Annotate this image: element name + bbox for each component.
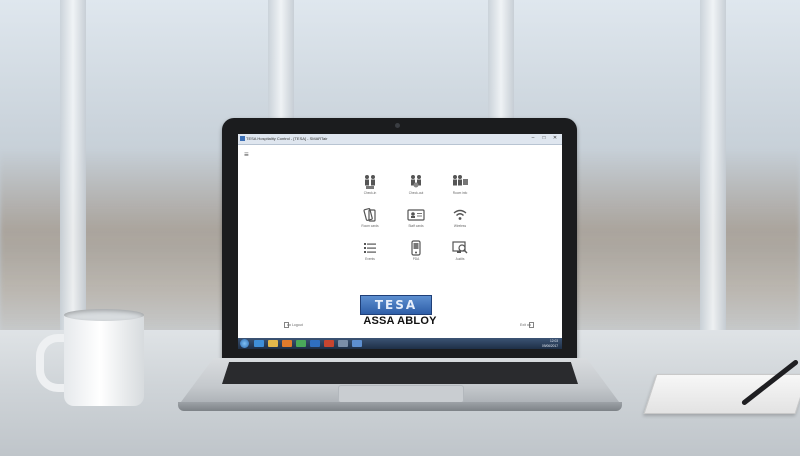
app-icon xyxy=(240,136,245,141)
tesa-badge: TESA xyxy=(360,295,432,315)
pda-icon xyxy=(411,240,421,256)
tile-audits[interactable]: Audits xyxy=(440,240,480,270)
tile-room-info[interactable]: Room info xyxy=(440,174,480,204)
close-button[interactable]: ✕ xyxy=(550,135,560,142)
minimize-button[interactable]: – xyxy=(528,135,538,142)
windows-taskbar: 12:03 09/06/2017 xyxy=(238,338,562,349)
tile-room-cards[interactable]: Room cards xyxy=(350,207,390,237)
webcam xyxy=(395,123,400,128)
logout-button[interactable]: Logout xyxy=(284,322,303,328)
laptop-lid: TESA Hospitality Control - [TESA] - SMAR… xyxy=(222,118,577,362)
laptop-keyboard xyxy=(222,362,578,384)
tile-label: Room cards xyxy=(361,224,379,228)
ie-taskbar-icon[interactable] xyxy=(254,340,264,347)
powerpoint-taskbar-icon[interactable] xyxy=(324,340,334,347)
window-frame xyxy=(60,0,86,340)
outlook-taskbar-icon[interactable] xyxy=(310,340,320,347)
tesa-assa-abloy-logo: TESA ASSA ABLOY xyxy=(356,295,444,331)
window-frame xyxy=(700,0,726,340)
logout-icon xyxy=(284,322,291,328)
tile-label: Check-out xyxy=(408,191,424,195)
events-list-icon xyxy=(364,243,376,253)
chrome-taskbar-icon[interactable] xyxy=(296,340,306,347)
clock-date: 09/06/2017 xyxy=(542,343,558,348)
laptop-trackpad xyxy=(338,385,464,403)
logout-label: Logout xyxy=(291,322,303,327)
tile-wireless[interactable]: Wireless xyxy=(440,207,480,237)
explorer-taskbar-icon[interactable] xyxy=(268,340,278,347)
window-title: TESA Hospitality Control - [TESA] - SMAR… xyxy=(246,136,328,141)
room-cards-icon xyxy=(363,208,376,222)
tile-label: Staff cards xyxy=(408,224,424,228)
start-button[interactable] xyxy=(240,339,249,348)
laptop-base-edge xyxy=(178,402,622,411)
company-name: ASSA ABLOY xyxy=(363,315,437,327)
system-clock[interactable]: 12:03 09/06/2017 xyxy=(542,339,558,348)
tile-label: Room info xyxy=(452,191,468,195)
check-in-icon xyxy=(365,175,375,189)
tile-label: Audits xyxy=(455,257,465,261)
exit-label: Exit xyxy=(520,322,526,327)
room-info-icon xyxy=(453,175,468,186)
tile-check-in[interactable]: Check-in xyxy=(350,174,390,204)
tile-events[interactable]: Events xyxy=(350,240,390,270)
brand-name: TESA xyxy=(374,298,418,312)
exit-icon xyxy=(526,322,534,328)
tile-label: Wireless xyxy=(453,224,467,228)
staff-cards-icon xyxy=(407,209,425,221)
audits-icon xyxy=(452,241,468,254)
wireless-icon xyxy=(453,209,467,220)
tile-pda[interactable]: PDA xyxy=(396,240,436,270)
tile-label: Check-in xyxy=(363,191,377,195)
mug-rim xyxy=(64,309,144,321)
tile-staff-cards[interactable]: Staff cards xyxy=(396,207,436,237)
tile-label: Events xyxy=(365,257,375,261)
laptop-screen: TESA Hospitality Control - [TESA] - SMAR… xyxy=(238,134,562,349)
window-titlebar: TESA Hospitality Control - [TESA] - SMAR… xyxy=(238,134,562,145)
check-out-icon xyxy=(411,175,421,188)
media-taskbar-icon[interactable] xyxy=(282,340,292,347)
tesa-taskbar-icon[interactable] xyxy=(352,340,362,347)
exit-button[interactable]: Exit xyxy=(520,322,534,328)
app-taskbar-icon[interactable] xyxy=(338,340,348,347)
coffee-mug xyxy=(64,314,144,406)
menu-icon[interactable]: ≡ xyxy=(244,151,252,159)
maximize-button[interactable]: □ xyxy=(539,135,549,142)
tile-label: PDA xyxy=(412,257,420,261)
tile-check-out[interactable]: Check-out xyxy=(396,174,436,204)
